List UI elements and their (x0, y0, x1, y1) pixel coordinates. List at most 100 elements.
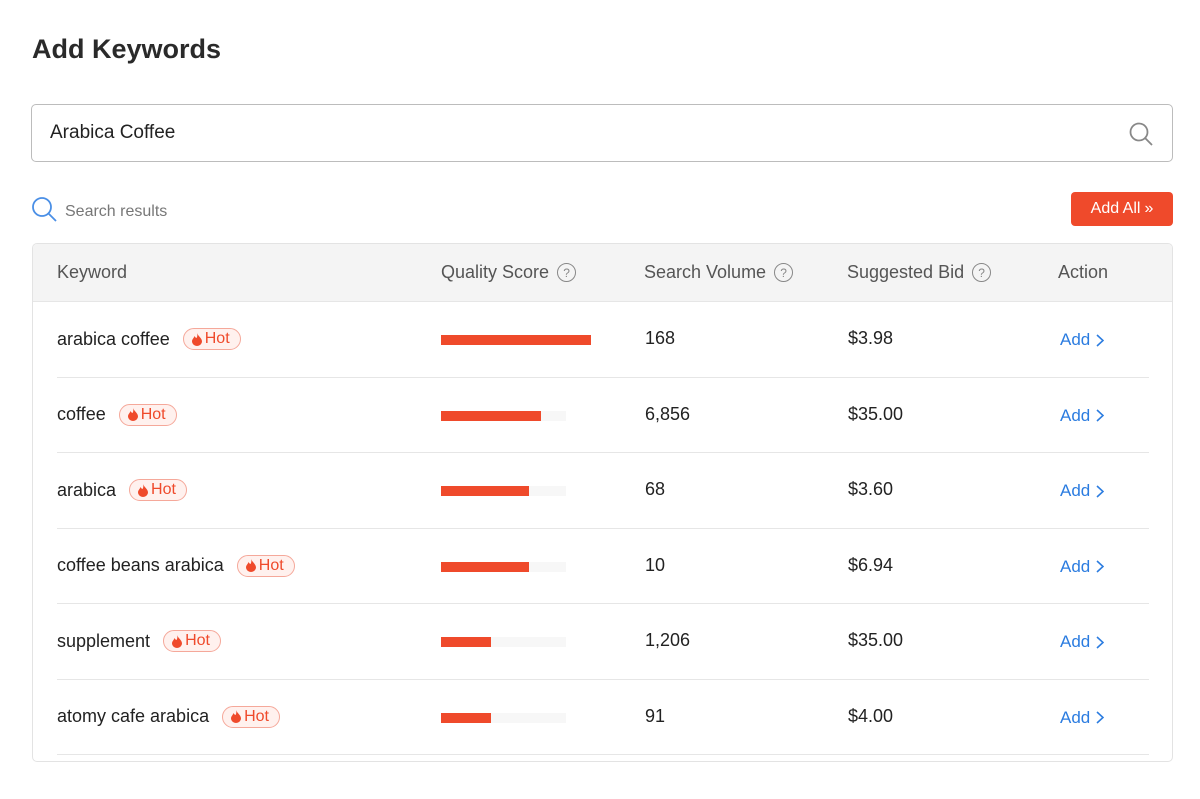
hot-badge-label: Hot (204, 330, 230, 347)
chevron-right-icon (1096, 560, 1105, 573)
table-row: coffee Hot 6,856 $35.00 Add (57, 378, 1149, 453)
quality-score-fill (441, 410, 541, 421)
col-bid: Suggested Bid? (847, 262, 992, 283)
quality-score-bar (441, 561, 566, 572)
col-quality: Quality Score? (441, 262, 577, 283)
col-action: Action (1058, 262, 1108, 283)
hot-badge: Hot (129, 479, 187, 501)
quality-score-bar (441, 335, 591, 345)
quality-score-fill (441, 637, 491, 647)
keyword-cell: supplement Hot (57, 630, 221, 652)
add-all-label: Add All (1090, 200, 1141, 217)
flame-icon (191, 332, 202, 346)
add-all-button[interactable]: Add All» (1071, 192, 1173, 226)
hot-badge-label: Hot (185, 632, 210, 649)
add-label: Add (1060, 632, 1091, 651)
flame-icon (138, 483, 149, 497)
flame-icon (231, 710, 242, 723)
search-icon[interactable] (1128, 121, 1154, 152)
chevron-right-icon (1096, 409, 1105, 422)
search-volume: 91 (645, 705, 666, 726)
suggested-bid: $3.98 (848, 328, 894, 348)
keyword-cell: atomy cafe arabica Hot (57, 705, 280, 728)
search-input[interactable] (50, 122, 1100, 144)
quality-score-bar (441, 712, 566, 723)
add-label: Add (1060, 330, 1091, 349)
keyword-cell: arabica coffee Hot (57, 328, 241, 350)
col-action-label: Action (1058, 262, 1109, 282)
chevron-right-icon (1096, 333, 1105, 347)
flame-icon (127, 408, 138, 421)
chevron-right-icon (1096, 711, 1105, 724)
hot-badge-label: Hot (151, 481, 176, 498)
quality-score-fill (441, 561, 529, 572)
keyword-search-field[interactable] (31, 104, 1173, 162)
keyword-text: supplement (57, 630, 151, 651)
table-row: coffee beans arabica Hot 10 $6.94 Add (57, 529, 1149, 604)
table-row: arabica coffee Hot 168 $3.98 Add (57, 302, 1149, 378)
search-volume: 10 (645, 554, 666, 575)
add-keyword-button[interactable]: Add (1060, 481, 1105, 501)
keyword-cell: arabica Hot (57, 479, 187, 501)
hot-badge: Hot (163, 630, 221, 652)
quality-score-bar (441, 486, 566, 496)
flame-icon (245, 559, 256, 572)
keyword-text: coffee (57, 404, 106, 424)
col-bid-label: Suggested Bid (847, 262, 965, 282)
search-results-label: Search results (65, 202, 168, 220)
search-volume: 6,856 (645, 403, 691, 424)
table-row: arabica Hot 68 $3.60 Add (57, 453, 1149, 529)
col-keyword-label: Keyword (57, 262, 128, 282)
help-icon[interactable]: ? (774, 263, 794, 282)
keyword-cell: coffee beans arabica Hot (57, 554, 295, 577)
search-results-icon (31, 196, 57, 227)
add-label: Add (1060, 405, 1091, 425)
chevron-right-icon (1096, 484, 1105, 498)
hot-badge: Hot (118, 403, 177, 426)
add-keyword-button[interactable]: Add (1060, 556, 1105, 577)
add-label: Add (1060, 481, 1091, 500)
add-keyword-button[interactable]: Add (1060, 707, 1105, 728)
search-volume: 1,206 (645, 630, 691, 650)
col-quality-label: Quality Score (441, 262, 550, 282)
col-volume-label: Search Volume (644, 262, 767, 282)
keyword-text: arabica (57, 479, 117, 500)
page-title: Add Keywords (32, 34, 222, 64)
col-volume: Search Volume? (644, 262, 794, 283)
col-keyword: Keyword (57, 262, 127, 283)
suggested-bid: $3.60 (848, 479, 894, 499)
suggested-bid: $6.94 (848, 554, 894, 575)
suggested-bid: $35.00 (848, 630, 904, 650)
add-keyword-button[interactable]: Add (1060, 632, 1105, 652)
keywords-table: Keyword Quality Score? Search Volume? Su… (32, 243, 1173, 762)
suggested-bid: $35.00 (848, 403, 904, 424)
table-row: atomy cafe arabica Hot 91 $4.00 Add (57, 680, 1149, 755)
add-label: Add (1060, 707, 1091, 727)
hot-badge: Hot (222, 705, 280, 728)
search-volume: 68 (645, 479, 666, 499)
help-icon[interactable]: ? (972, 263, 992, 282)
quality-score-fill (441, 712, 491, 723)
table-header: Keyword Quality Score? Search Volume? Su… (33, 244, 1172, 302)
quality-score-fill (441, 486, 529, 496)
quality-score-fill (441, 335, 591, 345)
search-results-filter[interactable]: Search results (31, 196, 167, 227)
keyword-text: arabica coffee (57, 328, 170, 349)
add-label: Add (1060, 556, 1091, 576)
add-keyword-button[interactable]: Add (1060, 330, 1105, 350)
hot-badge-label: Hot (258, 556, 284, 574)
keyword-text: coffee beans arabica (57, 555, 224, 575)
hot-badge-label: Hot (244, 707, 269, 725)
add-keyword-button[interactable]: Add (1060, 405, 1105, 426)
help-icon[interactable]: ? (557, 263, 577, 282)
quality-score-bar (441, 637, 566, 647)
hot-badge: Hot (236, 554, 295, 577)
quality-score-bar (441, 410, 566, 421)
keyword-cell: coffee Hot (57, 403, 177, 426)
suggested-bid: $4.00 (848, 705, 894, 726)
table-row: supplement Hot 1,206 $35.00 Add (57, 604, 1149, 680)
flame-icon (172, 634, 183, 648)
double-chevron-right-icon: » (1144, 200, 1154, 217)
search-volume: 168 (645, 328, 676, 348)
hot-badge: Hot (182, 328, 241, 350)
